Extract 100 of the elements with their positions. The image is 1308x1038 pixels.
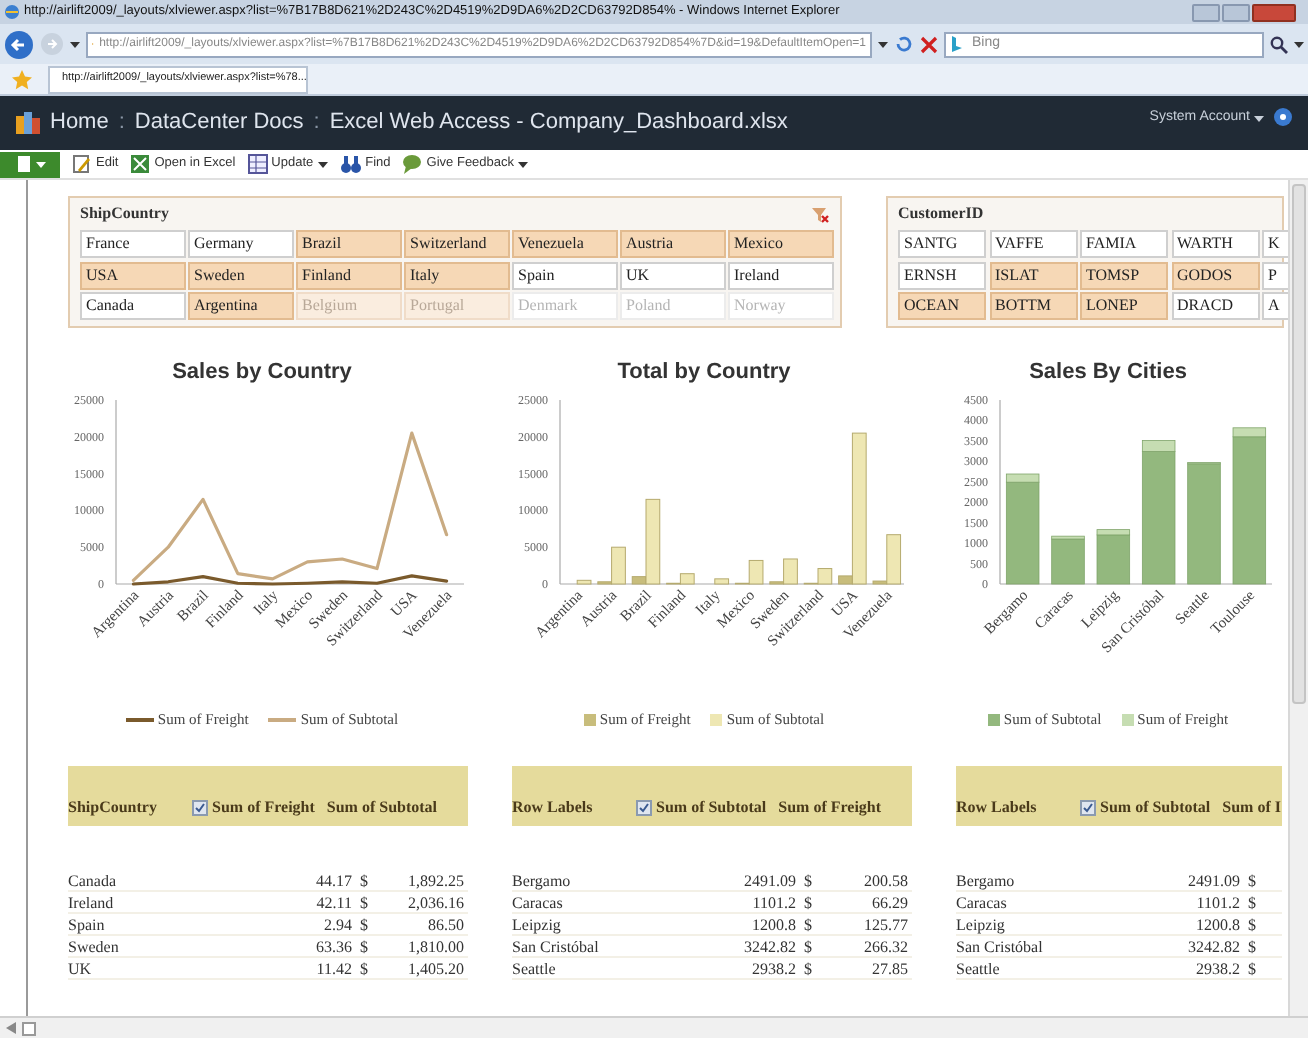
caret-icon [70,41,80,47]
refresh-icon[interactable] [894,34,914,54]
caret-icon [518,161,529,167]
slicer-item[interactable]: ISLAT [989,261,1077,289]
slicer-item[interactable]: SANTG [898,230,986,258]
table-cell-text: 1,405.20 [406,958,464,979]
breadcrumb-separator: : [313,108,320,139]
slicer-item[interactable]: Ireland [728,261,833,289]
slicer-item[interactable]: P [1262,261,1288,289]
table-cell-text: 3242.82 [742,936,796,957]
column-header: Row Labels [956,796,1037,821]
browser-icon [4,4,20,20]
slicer-item[interactable]: WARTH [1171,230,1259,258]
breadcrumb-link[interactable]: Home [50,106,109,140]
slicer-item[interactable]: Italy [404,261,509,289]
table-cell-text: $ [1246,914,1258,935]
slicer-item[interactable]: K [1262,230,1288,258]
table-cell-text: 2938.2 [750,958,796,979]
column-header: Sum of Freight [212,796,315,821]
filter-icon[interactable] [1080,800,1096,817]
caret-icon [317,161,328,167]
slicer-item[interactable]: Venezuela [512,230,617,258]
slicer-item[interactable]: UK [620,261,725,289]
caret-icon [35,161,45,167]
table-cell-text: 1,892.25 [406,870,464,891]
table-cell-text: $ [1246,958,1258,979]
table-cell-text: Ireland [68,892,116,913]
slicer-item[interactable]: Austria [620,230,725,258]
back-icon[interactable] [4,29,34,59]
chart-title: Total by Country [617,358,791,388]
table-cell-text: Caracas [956,892,1009,913]
filter-icon[interactable] [192,800,208,817]
table-cell-text: 2938.2 [1194,958,1240,979]
slicer-item[interactable]: LONEP [1080,292,1168,320]
slicer-item[interactable]: VAFFE [989,230,1077,258]
table-cell-text: 3242.82 [1186,936,1240,957]
table-cell-text: 44.17 [314,870,352,891]
slicer-title: ShipCountry [80,202,169,226]
stop-icon[interactable] [920,35,938,53]
table-cell-text: Bergamo [512,870,573,891]
slicer-item[interactable]: BOTTM [989,292,1077,320]
slicer-item[interactable]: Switzerland [404,230,509,258]
slicer-item[interactable]: A [1262,292,1288,320]
help-icon[interactable] [1274,108,1292,126]
slicer-item[interactable]: Finland [296,261,401,289]
slicer-item[interactable]: USA [80,261,185,289]
breadcrumb-link[interactable]: DataCenter Docs [134,106,304,140]
slicer-item[interactable]: Brazil [296,230,401,258]
table-cell-text: 2,036.16 [406,892,464,913]
slicer-title: CustomerID [898,202,984,226]
table-cell-text: $ [358,870,370,891]
slicer-item[interactable]: Spain [512,261,617,289]
table-cell-text: $ [1246,870,1258,891]
caret-icon [878,41,888,47]
table-cell-text: San Cristóbal [512,936,601,957]
file-menu-button[interactable] [0,151,60,177]
favorites-star-icon[interactable] [12,69,32,89]
column-header: Sum of I [1222,796,1281,821]
slicer-item[interactable]: France [80,230,185,258]
column-header: Sum of Subtotal [656,796,767,821]
table-cell-text: Caracas [512,892,565,913]
table-cell-text: Spain [68,914,107,935]
table-cell-text: $ [802,914,814,935]
grid-icon [247,154,268,174]
slicer-item[interactable]: Argentina [188,292,293,320]
table-cell-text: 266.32 [862,936,908,957]
table-cell-text: 42.11 [314,892,352,913]
filter-icon[interactable] [636,800,652,817]
table-cell-text: Bergamo [956,870,1017,891]
table-cell-text: San Cristóbal [956,936,1045,957]
slicer-item[interactable]: GODOS [1171,261,1259,289]
table-cell-text: 1101.2 [1194,892,1240,913]
clear-filter-icon[interactable] [812,205,830,223]
search-icon[interactable] [1270,35,1288,53]
table-cell-text: $ [1246,936,1258,957]
site-logo-icon [16,111,40,135]
slicer-item[interactable]: Mexico [728,230,833,258]
slicer-item[interactable]: DRACD [1171,292,1259,320]
breadcrumb-link[interactable]: Excel Web Access - Company_Dashboard.xlsx [329,106,788,140]
chart-title: Sales By Cities [1029,358,1187,388]
slicer-item[interactable]: Germany [188,230,293,258]
slicer-item[interactable]: Sweden [188,261,293,289]
table-cell-text: 63.36 [314,936,352,957]
column-header: Sum of Subtotal [326,796,438,821]
table-cell-text: 11.42 [314,958,352,979]
scroll-left-icon[interactable] [6,1022,16,1034]
slicer-item[interactable]: ERNSH [898,261,986,289]
slicer-item[interactable]: FAMIA [1080,230,1168,258]
close-button[interactable] [1252,3,1296,21]
table-cell-text: $ [358,914,370,935]
vertical-scrollbar[interactable] [1288,180,1308,1016]
sheet-icon[interactable] [22,1021,36,1035]
table-cell-text: 1,810.00 [406,936,464,957]
slicer-item[interactable]: OCEAN [898,292,986,320]
slicer-item[interactable]: TOMSP [1080,261,1168,289]
slicer-item[interactable]: Canada [80,292,185,320]
table-cell-text: 1101.2 [750,892,796,913]
column-header: Row Labels [512,796,593,821]
table-cell-text: $ [358,936,370,957]
table-cell-text: 1200.8 [750,914,796,935]
